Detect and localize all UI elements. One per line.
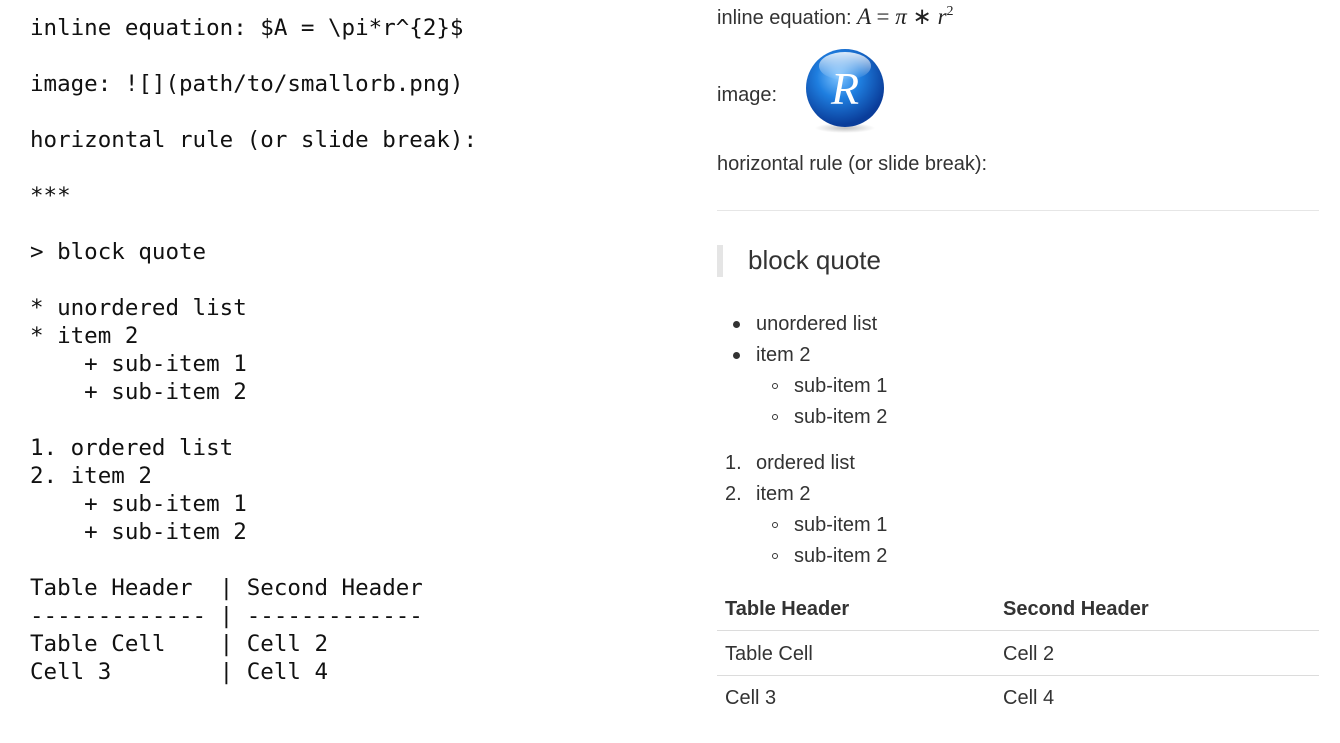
source-line: image: ![](path/to/smallorb.png) (30, 71, 464, 97)
r-logo-image: R (801, 46, 889, 134)
table-cell: Cell 3 (725, 687, 777, 709)
rendered-preview: inline equation: A = π ∗ r2 image: R hor… (717, 0, 1319, 743)
blockquote-text: block quote (748, 245, 881, 275)
source-line: 2. item 2 (30, 463, 152, 489)
eq-star: ∗ (912, 4, 932, 29)
source-line: * unordered list (30, 295, 247, 321)
list-subitem: sub-item 2 (794, 545, 888, 567)
source-line: ------------- | ------------- (30, 603, 423, 629)
markdown-source: inline equation: $A = \pi*r^{2}$ image: !… (30, 14, 670, 686)
table-header-cell: Second Header (1003, 598, 1149, 620)
source-line: Table Header | Second Header (30, 575, 423, 601)
source-blank-line (30, 42, 670, 70)
eq-equals: = (876, 4, 890, 29)
source-blank-line (30, 154, 670, 182)
equation-line: inline equation: A = π ∗ r2 (717, 4, 954, 30)
circle-bullet-icon (772, 414, 778, 420)
source-line: Cell 3 | Cell 4 (30, 659, 329, 685)
bullet-icon (733, 352, 740, 359)
eq-var-r: r (937, 4, 947, 29)
source-line: *** (30, 183, 71, 209)
equation-label: inline equation: (717, 7, 852, 29)
source-line: + sub-item 1 (30, 491, 247, 517)
source-line: > block quote (30, 239, 207, 265)
source-line: horizontal rule (or slide break): (30, 127, 478, 153)
eq-pi: π (895, 4, 907, 29)
circle-bullet-icon (772, 522, 778, 528)
list-item: unordered list (756, 313, 878, 335)
list-marker: 1. (725, 452, 742, 474)
table-divider (717, 675, 1319, 676)
source-line: * item 2 (30, 323, 139, 349)
source-blank-line (30, 98, 670, 126)
list-item: item 2 (756, 483, 811, 505)
eq-exponent: 2 (946, 4, 954, 19)
table-divider (717, 630, 1319, 631)
table-cell: Cell 4 (1003, 687, 1055, 709)
table-cell: Table Cell (725, 643, 813, 665)
source-line: inline equation: $A = \pi*r^{2}$ (30, 15, 464, 41)
eq-var-a: A (857, 4, 871, 29)
source-line: 1. ordered list (30, 435, 234, 461)
bullet-icon (733, 321, 740, 328)
horizontal-rule (717, 210, 1319, 211)
source-line: + sub-item 2 (30, 379, 247, 405)
logo-letter: R (830, 63, 859, 114)
list-item: item 2 (756, 344, 811, 366)
source-line: Table Cell | Cell 2 (30, 631, 329, 657)
image-label: image: (717, 84, 778, 106)
source-line: + sub-item 2 (30, 519, 247, 545)
list-subitem: sub-item 1 (794, 375, 888, 397)
table-header-cell: Table Header (725, 598, 850, 620)
table-cell: Cell 2 (1003, 643, 1055, 665)
list-subitem: sub-item 2 (794, 406, 888, 428)
source-line: + sub-item 1 (30, 351, 247, 377)
circle-bullet-icon (772, 383, 778, 389)
list-marker: 2. (725, 483, 742, 505)
list-item: ordered list (756, 452, 855, 474)
blockquote-bar (717, 245, 723, 277)
source-blank-line (30, 546, 670, 574)
circle-bullet-icon (772, 553, 778, 559)
source-blank-line (30, 210, 670, 238)
list-subitem: sub-item 1 (794, 514, 888, 536)
source-blank-line (30, 266, 670, 294)
hr-label: horizontal rule (or slide break): (717, 153, 988, 175)
source-blank-line (30, 406, 670, 434)
equation-math: A = π ∗ r2 (857, 4, 953, 29)
